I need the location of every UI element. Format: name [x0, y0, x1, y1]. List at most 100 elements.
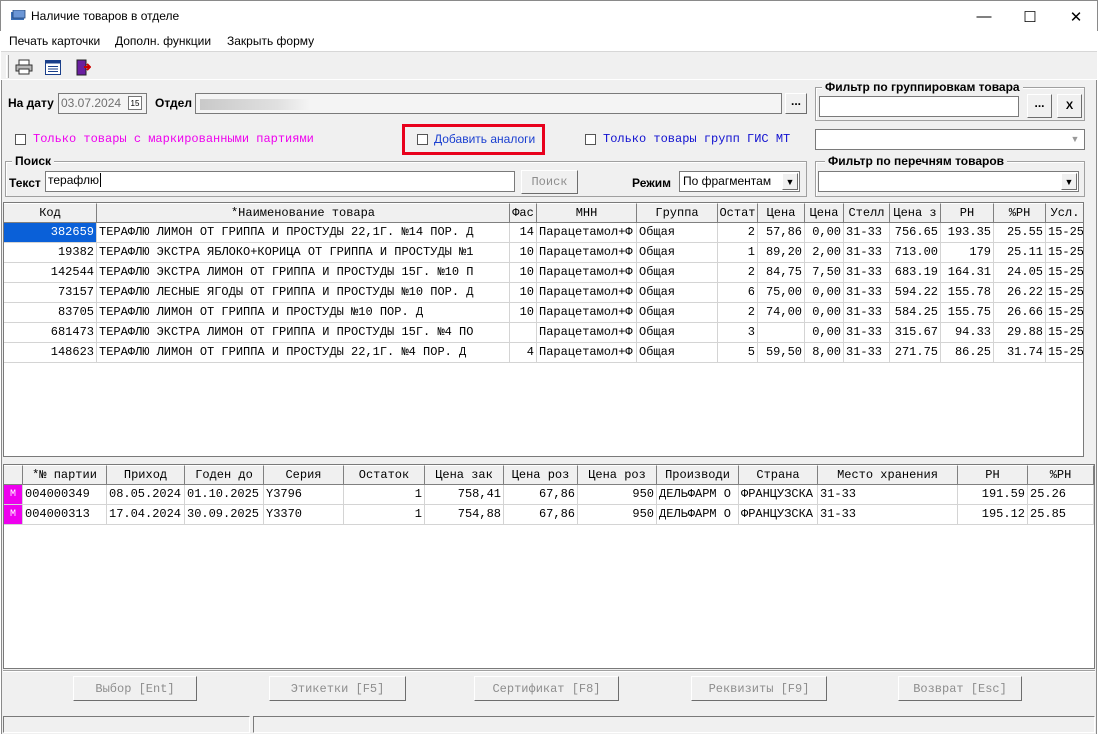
- products-cell: Парацетамол+Ф: [537, 283, 637, 303]
- add-analogs-label[interactable]: Добавить аналоги: [434, 132, 535, 146]
- products-header-2[interactable]: Фас: [510, 203, 537, 223]
- gis-mt-checkbox[interactable]: [585, 134, 596, 145]
- batches-header-7[interactable]: Цена роз: [578, 465, 657, 485]
- table-row[interactable]: 382659 ТЕРАФЛЮ ЛИМОН ОТ ГРИППА И ПРОСТУДЫ…: [4, 223, 1083, 243]
- products-cell: 155.78: [941, 283, 994, 303]
- batches-header-9[interactable]: Страна: [739, 465, 818, 485]
- marked-only-text: Только товары с маркированными партиями: [33, 132, 314, 146]
- products-cell: Общая: [637, 263, 718, 283]
- products-header-5[interactable]: Остат: [718, 203, 758, 223]
- calendar-icon[interactable]: 15: [128, 96, 142, 110]
- list-button[interactable]: [42, 56, 64, 78]
- products-cell: 8,00: [805, 343, 844, 363]
- search-input[interactable]: терафлю: [45, 171, 515, 192]
- exit-icon: [76, 59, 91, 75]
- products-table[interactable]: Код *Наименование товара Фас МНН Группа Остат…: [3, 202, 1084, 457]
- mode-select[interactable]: По фрагментам ▼: [679, 171, 800, 192]
- products-cell: 382659: [4, 223, 97, 243]
- batches-header-0[interactable]: *№ партии: [23, 465, 107, 485]
- batches-header-4[interactable]: Остаток: [344, 465, 425, 485]
- search-button[interactable]: Поиск: [521, 170, 578, 194]
- return-button[interactable]: Возврат [Esc]: [898, 676, 1022, 701]
- batches-header-6[interactable]: Цена роз: [504, 465, 578, 485]
- batches-cell: 950: [578, 485, 657, 505]
- list-filter-select[interactable]: ▼: [818, 171, 1079, 192]
- products-header-11[interactable]: %РН: [994, 203, 1046, 223]
- products-cell: 15-25: [1046, 323, 1083, 343]
- products-cell: 26.66: [994, 303, 1046, 323]
- products-header-4[interactable]: Группа: [637, 203, 718, 223]
- products-cell: Общая: [637, 303, 718, 323]
- table-row[interactable]: 83705 ТЕРАФЛЮ ЛИМОН ОТ ГРИППА И ПРОСТУДЫ …: [4, 303, 1083, 323]
- products-header-10[interactable]: РН: [941, 203, 994, 223]
- products-cell: Общая: [637, 323, 718, 343]
- products-cell: 75,00: [758, 283, 805, 303]
- products-header-3[interactable]: МНН: [537, 203, 637, 223]
- group-filter-field[interactable]: [819, 96, 1019, 117]
- group-filter-browse-button[interactable]: ...: [1027, 94, 1052, 118]
- labels-button[interactable]: Этикетки [F5]: [269, 676, 406, 701]
- batches-header-5[interactable]: Цена зак: [425, 465, 504, 485]
- splitter[interactable]: [3, 458, 1095, 463]
- add-analogs-checkbox[interactable]: [417, 134, 428, 145]
- menu-print-card[interactable]: Печать карточки: [9, 34, 100, 48]
- batches-header-8[interactable]: Производи: [657, 465, 739, 485]
- products-cell: 155.75: [941, 303, 994, 323]
- toolbar: [1, 51, 1097, 80]
- products-cell: 25.11: [994, 243, 1046, 263]
- products-cell: 315.67: [890, 323, 941, 343]
- table-row[interactable]: 19382 ТЕРАФЛЮ ЭКСТРА ЯБЛОКО+КОРИЦА ОТ ГРИ…: [4, 243, 1083, 263]
- table-row[interactable]: 73157 ТЕРАФЛЮ ЛЕСНЫЕ ЯГОДЫ ОТ ГРИППА И ПР…: [4, 283, 1083, 303]
- table-row[interactable]: 681473 ТЕРАФЛЮ ЭКСТРА ЛИМОН ОТ ГРИППА И П…: [4, 323, 1083, 343]
- gis-mt-label: Только товары групп ГИС МТ: [603, 132, 791, 146]
- batches-cell: 30.09.2025: [185, 505, 264, 525]
- menu-bar: Печать карточки Дополн. функции Закрыть …: [1, 31, 1097, 51]
- products-cell: Парацетамол+Ф: [537, 343, 637, 363]
- products-cell: 0,00: [805, 323, 844, 343]
- details-button[interactable]: Реквизиты [F9]: [691, 676, 827, 701]
- products-cell: ТЕРАФЛЮ ЭКСТРА ЛИМОН ОТ ГРИППА И ПРОСТУД…: [97, 323, 510, 343]
- department-browse-button[interactable]: ...: [785, 93, 807, 114]
- maximize-button[interactable]: ☐: [1007, 1, 1053, 32]
- products-cell: 681473: [4, 323, 97, 343]
- products-header-1[interactable]: *Наименование товара: [97, 203, 510, 223]
- gis-mt-select[interactable]: ▼: [815, 129, 1085, 150]
- batches-header-3[interactable]: Серия: [264, 465, 344, 485]
- batches-header-10[interactable]: Место хранения: [818, 465, 958, 485]
- date-label: На дату: [8, 96, 54, 110]
- table-row[interactable]: 142544 ТЕРАФЛЮ ЭКСТРА ЛИМОН ОТ ГРИППА И П…: [4, 263, 1083, 283]
- batches-header-2[interactable]: Годен до: [185, 465, 264, 485]
- products-header-0[interactable]: Код: [4, 203, 97, 223]
- print-button[interactable]: [13, 56, 35, 78]
- products-cell: [510, 323, 537, 343]
- products-cell: 15-25: [1046, 223, 1083, 243]
- products-header-9[interactable]: Цена з: [890, 203, 941, 223]
- table-row[interactable]: М 004000349 08.05.2024 01.10.2025 Y3796 1 758,…: [4, 485, 1094, 505]
- menu-close-form[interactable]: Закрыть форму: [227, 34, 314, 48]
- select-button[interactable]: Выбор [Ent]: [73, 676, 197, 701]
- exit-button[interactable]: [72, 56, 94, 78]
- products-header-7[interactable]: Цена: [805, 203, 844, 223]
- certificate-button[interactable]: Сертификат [F8]: [474, 676, 619, 701]
- batches-cell: 191.59: [958, 485, 1028, 505]
- products-header-8[interactable]: Стелл: [844, 203, 890, 223]
- close-button[interactable]: ✕: [1053, 1, 1098, 32]
- products-header-6[interactable]: Цена: [758, 203, 805, 223]
- menu-extra-functions[interactable]: Дополн. функции: [115, 34, 211, 48]
- minimize-button[interactable]: —: [961, 1, 1007, 32]
- products-cell: 15-25: [1046, 303, 1083, 323]
- products-header-12[interactable]: Усл.: [1046, 203, 1083, 223]
- products-cell: 179: [941, 243, 994, 263]
- batches-header-12[interactable]: %РН: [1028, 465, 1094, 485]
- marked-only-checkbox[interactable]: [15, 134, 26, 145]
- table-row[interactable]: 148623 ТЕРАФЛЮ ЛИМОН ОТ ГРИППА И ПРОСТУДЫ…: [4, 343, 1083, 363]
- batches-cell: ДЕЛЬФАРМ О: [657, 485, 739, 505]
- group-filter-clear-button[interactable]: X: [1057, 94, 1082, 118]
- batches-cell: ФРАНЦУЗСКА: [739, 485, 818, 505]
- table-row[interactable]: М 004000313 17.04.2024 30.09.2025 Y3370 1 754,…: [4, 505, 1094, 525]
- batches-header-1[interactable]: Приход: [107, 465, 185, 485]
- batches-table[interactable]: *№ партии Приход Годен до Серия Остаток Цена …: [3, 464, 1095, 669]
- batches-header-11[interactable]: РН: [958, 465, 1028, 485]
- status-bar-panel-1: [3, 716, 250, 733]
- department-field[interactable]: [195, 93, 782, 114]
